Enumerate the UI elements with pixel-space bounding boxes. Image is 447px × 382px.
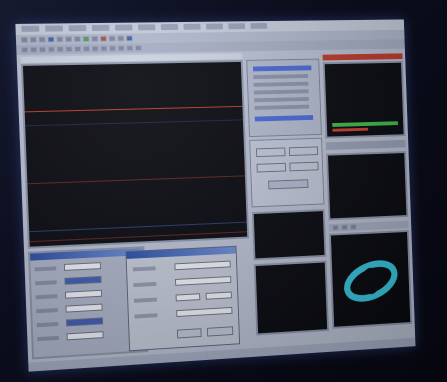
tool-icon[interactable] [126,45,134,52]
dialog-cancel-button[interactable] [206,326,234,337]
menu-item[interactable] [45,25,63,32]
zoom-icon[interactable] [108,35,116,42]
property-field[interactable] [63,262,102,271]
visualizer-panel [329,230,413,329]
settings-dialog [125,245,241,352]
control-button[interactable] [255,147,286,158]
visualizer-tool-icon[interactable] [332,224,339,231]
tool-icon[interactable] [100,45,108,52]
property-label [34,266,57,272]
tool-icon[interactable] [74,45,82,53]
cut-icon[interactable] [56,36,64,43]
visualizer-tool-icon[interactable] [341,224,348,231]
tool-icon[interactable] [21,46,29,53]
spectrum-panel [322,60,406,139]
trace-line-lower [29,222,246,232]
dialog-label [133,297,157,303]
meter-panel-a [251,209,327,261]
trace-line-upper [25,106,243,112]
waveform-panel[interactable] [20,59,250,249]
trace-line-bottom [30,232,247,242]
menu-item[interactable] [91,24,110,31]
trace-line-baseline [25,120,243,126]
channel-item-selected[interactable] [252,65,312,72]
menu-item[interactable] [205,23,223,30]
menu-item[interactable] [68,25,87,32]
property-field[interactable] [64,289,103,299]
stop-icon[interactable] [91,35,99,42]
meter-panel-b [253,260,329,336]
menu-item[interactable] [138,24,156,31]
open-file-icon[interactable] [29,36,37,43]
tool-icon[interactable] [109,45,117,52]
spectrum-plot [332,121,398,132]
tool-icon[interactable] [47,46,55,53]
property-field[interactable] [66,331,104,341]
channel-item[interactable] [253,89,309,95]
channel-item[interactable] [254,104,310,110]
menu-item[interactable] [160,24,179,31]
spectrum-scale [325,139,406,150]
control-button[interactable] [256,162,287,173]
app-window [15,19,416,372]
dialog-label [134,313,158,319]
channel-item[interactable] [253,81,309,87]
control-panel [249,137,325,208]
spectrum-bar-green [332,121,398,127]
copy-icon[interactable] [65,36,73,43]
ring-plot [331,232,410,327]
property-label [35,294,58,300]
spectrum-bar-red [332,127,369,132]
control-button[interactable] [288,146,319,156]
new-file-icon[interactable] [20,36,28,43]
record-icon[interactable] [100,35,107,42]
paste-icon[interactable] [73,36,81,43]
dialog-field[interactable] [174,260,231,271]
tool-icon[interactable] [134,45,142,52]
tool-icon[interactable] [91,45,99,52]
channel-item[interactable] [253,74,309,80]
level-panel [326,151,409,221]
tool-icon[interactable] [82,45,90,52]
tool-icon[interactable] [56,46,64,53]
control-button[interactable] [289,161,319,172]
dialog-ok-button[interactable] [176,328,202,339]
channel-list-panel [246,58,322,138]
property-field[interactable] [65,303,103,313]
waveform-plot [23,62,247,247]
save-icon[interactable] [38,36,46,43]
dialog-field[interactable] [205,291,232,300]
apply-button[interactable] [268,179,309,190]
property-field-selected[interactable] [65,317,104,327]
help-icon[interactable] [125,35,133,42]
menu-item[interactable] [228,23,246,30]
visualizer-tool-icon[interactable] [350,223,357,230]
dialog-label [133,281,157,288]
menu-item[interactable] [115,24,133,31]
menu-item[interactable] [183,23,201,30]
dialog-field[interactable] [175,293,201,302]
window-icon[interactable] [47,36,55,43]
tool-icon[interactable] [38,46,47,53]
trace-line-middle [27,176,245,184]
channel-item[interactable] [254,97,309,103]
tool-icon[interactable] [117,45,125,52]
dialog-field[interactable] [175,276,232,286]
property-label [37,335,59,342]
settings-icon[interactable] [117,35,125,42]
tool-icon[interactable] [65,46,73,53]
property-label [36,308,58,314]
property-field-selected[interactable] [64,275,102,285]
spectrum-header-bar [322,53,403,61]
dialog-label [132,266,156,272]
ring-core [361,267,381,295]
menu-item[interactable] [21,25,40,32]
property-label [35,280,57,286]
property-label [36,321,59,328]
tool-icon[interactable] [30,46,38,53]
dialog-field[interactable] [176,306,233,318]
channel-item-selected[interactable] [254,115,314,122]
menu-item[interactable] [250,22,268,29]
play-icon[interactable] [82,35,90,42]
